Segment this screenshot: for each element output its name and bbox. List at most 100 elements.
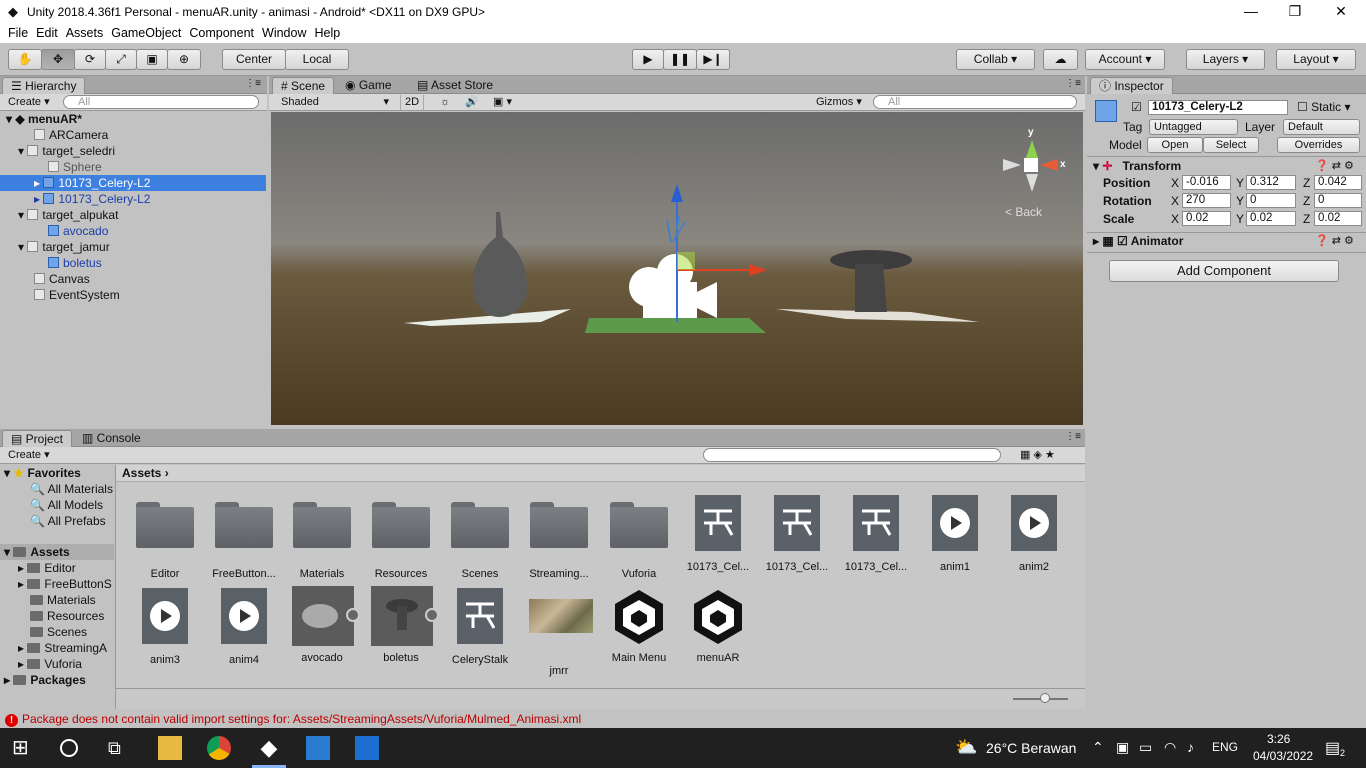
- gizmo-negx-cone[interactable]: [1003, 159, 1021, 171]
- menu-gameobject[interactable]: GameObject: [111, 26, 181, 40]
- fav-all-models[interactable]: 🔍 All Models: [0, 497, 114, 513]
- active-checkbox[interactable]: ☑: [1131, 100, 1142, 114]
- asset-anim2[interactable]: anim2: [995, 493, 1073, 573]
- hierarchy-item-sphere[interactable]: Sphere: [0, 159, 266, 175]
- maximize-button[interactable]: ❐: [1272, 0, 1318, 23]
- tree-streamingassets[interactable]: ▸ StreamingA: [0, 640, 114, 656]
- asset-scene-main-menu[interactable]: Main Menu: [600, 586, 678, 664]
- tab-inspector[interactable]: ⓘ Inspector: [1090, 77, 1173, 94]
- position-z-field[interactable]: 0.042: [1314, 175, 1362, 190]
- hierarchy-item-eventsystem[interactable]: EventSystem: [0, 287, 266, 303]
- rotate-tool-button[interactable]: ⟳: [74, 49, 106, 70]
- position-y-field[interactable]: 0.312: [1246, 175, 1296, 190]
- tab-project[interactable]: ▤ Project: [2, 430, 73, 447]
- asset-folder-vuforia[interactable]: Vuforia: [600, 493, 678, 580]
- scene-orientation-gizmo[interactable]: y x < Back: [995, 122, 1066, 219]
- tab-asset-store[interactable]: ▤ Asset Store: [409, 77, 501, 94]
- asset-anim3[interactable]: anim3: [126, 586, 204, 666]
- assets-root-row[interactable]: ▾ Assets: [0, 544, 114, 560]
- static-toggle[interactable]: ☐ Static ▾: [1297, 100, 1350, 114]
- packages-row[interactable]: ▸ Packages: [0, 672, 114, 688]
- rect-tool-button[interactable]: ▣: [136, 49, 168, 70]
- tab-scene[interactable]: # Scene: [272, 77, 335, 94]
- unity-app-icon[interactable]: ◆: [257, 736, 281, 760]
- menu-edit[interactable]: Edit: [36, 26, 58, 40]
- favorites-row[interactable]: ▾ ★ Favorites: [0, 465, 114, 481]
- menu-file[interactable]: File: [8, 26, 28, 40]
- layers-dropdown[interactable]: Layers ▾: [1186, 49, 1265, 70]
- clock-date[interactable]: 04/03/2022: [1253, 749, 1313, 763]
- clock-time[interactable]: 3:26: [1267, 732, 1290, 746]
- asset-controller-celery-2[interactable]: 10173_Cel...: [758, 493, 836, 573]
- animator-header[interactable]: ▸ ▦ ☑ Animator: [1093, 234, 1183, 248]
- pivot-local-button[interactable]: Local: [285, 49, 349, 70]
- layer-dropdown[interactable]: Default: [1283, 119, 1360, 135]
- panel-menu-icon[interactable]: ⋮≡: [245, 78, 261, 89]
- asset-folder-streaming[interactable]: Streaming...: [520, 493, 598, 580]
- cloud-button[interactable]: ☁: [1043, 49, 1078, 70]
- asset-prefab-avocado[interactable]: avocado: [283, 586, 361, 664]
- hierarchy-item-target-seledri[interactable]: ▾ target_seledri: [0, 143, 266, 159]
- hierarchy-item-target-jamur[interactable]: ▾ target_jamur: [0, 239, 266, 255]
- tree-vuforia[interactable]: ▸ Vuforia: [0, 656, 114, 672]
- fav-all-materials[interactable]: 🔍 All Materials: [0, 481, 114, 497]
- scale-z-field[interactable]: 0.02: [1314, 211, 1362, 226]
- volume-icon[interactable]: ♪: [1187, 739, 1194, 755]
- hierarchy-item-celery-selected[interactable]: ▸ 10173_Celery-L2: [0, 175, 266, 191]
- transform-tool-button[interactable]: ⊕: [167, 49, 201, 70]
- tree-resources[interactable]: Resources: [0, 608, 114, 624]
- weather-text[interactable]: 26°C Berawan: [986, 740, 1076, 756]
- asset-prefab-boletus[interactable]: boletus: [362, 586, 440, 664]
- pause-button[interactable]: ❚❚: [663, 49, 697, 70]
- play-preview-icon[interactable]: [425, 608, 439, 622]
- tab-hierarchy[interactable]: ☰ Hierarchy: [2, 77, 86, 94]
- scene-root-row[interactable]: ▾ ◆ menuAR*: [0, 111, 266, 127]
- asset-anim1[interactable]: anim1: [916, 493, 994, 573]
- scale-x-field[interactable]: 0.02: [1182, 211, 1231, 226]
- hierarchy-item-target-alpukat[interactable]: ▾ target_alpukat: [0, 207, 266, 223]
- asset-folder-materials[interactable]: Materials: [283, 493, 361, 580]
- lighting-toggle-icon[interactable]: ☼: [436, 95, 454, 110]
- scene-viewport[interactable]: y x < Back: [271, 112, 1083, 425]
- audio-toggle-icon[interactable]: 🔊: [461, 95, 483, 110]
- gizmo-center[interactable]: [1024, 158, 1038, 172]
- step-button[interactable]: ▶❙: [696, 49, 730, 70]
- project-create-dropdown[interactable]: Create ▾: [4, 448, 54, 463]
- play-button[interactable]: ▶: [632, 49, 664, 70]
- menu-window[interactable]: Window: [262, 26, 306, 40]
- play-preview-icon[interactable]: [346, 608, 360, 622]
- gizmo-x-cone[interactable]: [1040, 159, 1058, 171]
- object-name-field[interactable]: 10173_Celery-L2: [1148, 100, 1288, 115]
- scene-search-input[interactable]: All: [873, 95, 1077, 109]
- asset-folder-resources[interactable]: Resources: [362, 493, 440, 580]
- component-help-icon[interactable]: ❓ ⇄ ⚙: [1315, 159, 1354, 172]
- panel-menu-icon[interactable]: ⋮≡: [1065, 78, 1081, 89]
- menu-help[interactable]: Help: [314, 26, 340, 40]
- gizmos-dropdown[interactable]: Gizmos ▾: [812, 95, 866, 110]
- tag-dropdown[interactable]: Untagged: [1149, 119, 1238, 135]
- tree-freebuttons[interactable]: ▸ FreeButtonS: [0, 576, 114, 592]
- tree-editor[interactable]: ▸ Editor: [0, 560, 114, 576]
- fav-all-prefabs[interactable]: 🔍 All Prefabs: [0, 513, 114, 529]
- hierarchy-item-canvas[interactable]: Canvas: [0, 271, 266, 287]
- hand-tool-button[interactable]: ✋: [8, 49, 42, 70]
- battery-icon[interactable]: ▭: [1139, 739, 1152, 756]
- menu-assets[interactable]: Assets: [66, 26, 104, 40]
- add-component-button[interactable]: Add Component: [1109, 260, 1339, 282]
- account-dropdown[interactable]: Account ▾: [1085, 49, 1165, 70]
- hierarchy-item-celery[interactable]: ▸ 10173_Celery-L2: [0, 191, 266, 207]
- tray-device-icon[interactable]: ▣: [1116, 739, 1129, 756]
- breadcrumb[interactable]: Assets ›: [116, 465, 1085, 482]
- tree-materials[interactable]: Materials: [0, 592, 114, 608]
- tab-game[interactable]: ◉ Game: [337, 77, 400, 94]
- transform-header[interactable]: ▾ ✛ Transform: [1093, 159, 1181, 173]
- tab-console[interactable]: ▥ Console: [74, 430, 149, 447]
- select-button[interactable]: Select: [1203, 137, 1259, 153]
- asset-anim4[interactable]: anim4: [205, 586, 283, 666]
- scale-y-field[interactable]: 0.02: [1246, 211, 1296, 226]
- gizmo-y-cone[interactable]: [1026, 140, 1038, 158]
- search-icon[interactable]: [60, 739, 78, 757]
- rotation-x-field[interactable]: 270: [1182, 193, 1231, 208]
- 2d-toggle[interactable]: 2D: [400, 95, 425, 110]
- rotation-y-field[interactable]: 0: [1246, 193, 1296, 208]
